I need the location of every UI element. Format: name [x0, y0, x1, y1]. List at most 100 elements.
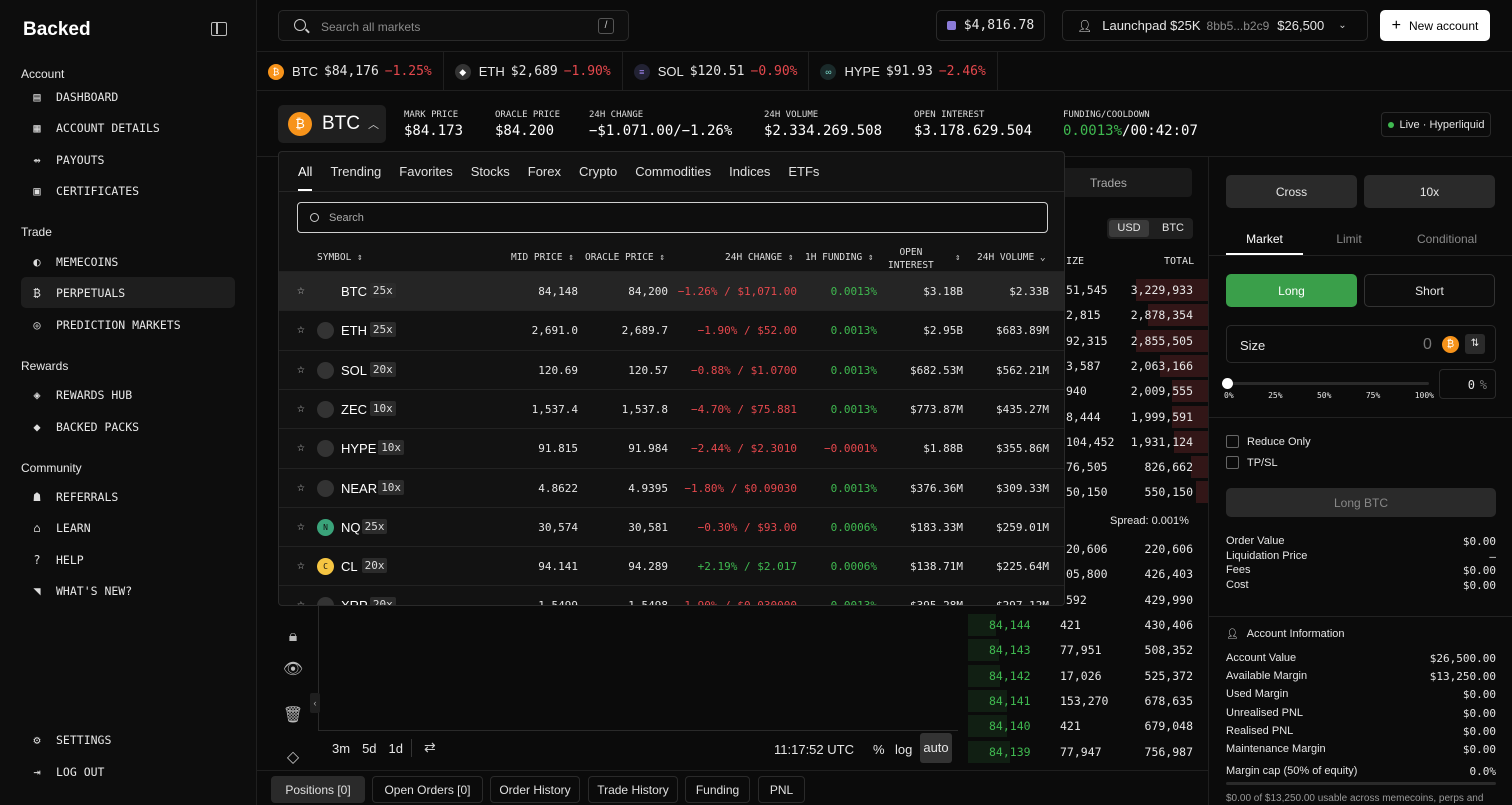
- tab-funding[interactable]: Funding: [685, 776, 750, 803]
- short-button[interactable]: Short: [1364, 274, 1495, 307]
- bid-row[interactable]: 84,144 421 430,406: [968, 614, 1208, 636]
- lock-icon[interactable]: 🔒︎: [278, 628, 308, 646]
- category-tab-all[interactable]: All: [298, 164, 313, 191]
- nav-whats-new[interactable]: ◥ WHAT'S NEW?: [21, 575, 235, 606]
- header-1h-funding[interactable]: 1H FUNDING ⇕: [805, 252, 874, 263]
- size-slider[interactable]: [1222, 378, 1429, 389]
- range-1d[interactable]: 1d: [389, 741, 403, 756]
- sidebar-collapse-icon[interactable]: [211, 22, 227, 36]
- nav-payouts[interactable]: ⇴ PAYOUTS: [21, 144, 235, 175]
- slider-knob[interactable]: [1222, 378, 1233, 389]
- star-icon[interactable]: ☆: [297, 401, 305, 416]
- category-tab-etfs[interactable]: ETFs: [788, 164, 819, 191]
- nav-certificates[interactable]: ▣ CERTIFICATES: [21, 175, 235, 206]
- category-tab-favorites[interactable]: Favorites: [399, 164, 452, 191]
- tpsl-checkbox[interactable]: TP/SL: [1226, 456, 1278, 469]
- submit-order-button[interactable]: Long BTC: [1226, 488, 1496, 517]
- long-button[interactable]: Long: [1226, 274, 1357, 307]
- tab-conditional[interactable]: Conditional: [1409, 232, 1485, 246]
- ticker-sol[interactable]: ≡ SOL $120.51 −0.90%: [623, 52, 810, 91]
- nav-account-details[interactable]: ▦ ACCOUNT DETAILS: [21, 112, 235, 143]
- nav-referrals[interactable]: ☗ REFERRALS: [21, 481, 235, 512]
- dropdown-search-input[interactable]: Search: [297, 202, 1048, 233]
- header-symbol[interactable]: SYMBOL ⇕: [317, 252, 363, 263]
- market-row[interactable]: ☆ SOL 20x 120.69 120.57 −0.88% / $1.0700 0.001…: [279, 349, 1064, 389]
- ticker-eth[interactable]: ◆ ETH $2,689 −1.90%: [444, 52, 623, 91]
- range-5d[interactable]: 5d: [362, 741, 376, 756]
- nav-perpetuals[interactable]: ₿ PERPETUALS: [21, 277, 235, 308]
- bid-row[interactable]: 84,142 17,026 525,372: [968, 664, 1208, 687]
- market-row[interactable]: ☆ ZEC 10x 1,537.4 1,537.8 −4.70% / $75.881 0.0…: [279, 388, 1064, 428]
- tab-positions[interactable]: Positions [0]: [271, 776, 365, 803]
- new-account-button[interactable]: + New account: [1380, 10, 1490, 41]
- btc-option[interactable]: BTC: [1155, 220, 1191, 237]
- percent-input[interactable]: 0 %: [1439, 369, 1496, 399]
- header-mid-price[interactable]: MID PRICE ⇕: [511, 252, 574, 263]
- eye-icon[interactable]: 👁︎: [278, 659, 308, 679]
- range-3m[interactable]: 3m: [332, 741, 350, 756]
- tab-open-orders[interactable]: Open Orders [0]: [372, 776, 483, 803]
- layers-icon[interactable]: ◇: [278, 747, 308, 767]
- chart-canvas[interactable]: [318, 593, 958, 730]
- nav-memecoins[interactable]: ◐ MEMECOINS: [21, 246, 235, 277]
- category-tab-forex[interactable]: Forex: [528, 164, 561, 191]
- category-tab-trending[interactable]: Trending: [330, 164, 381, 191]
- header-oracle-price[interactable]: ORACLE PRICE ⇕: [585, 252, 665, 263]
- category-tab-stocks[interactable]: Stocks: [471, 164, 510, 191]
- star-icon[interactable]: ☆: [297, 322, 305, 337]
- star-icon[interactable]: ☆: [297, 558, 305, 573]
- ticker-hype[interactable]: ∞ HYPE $91.93 −2.46%: [809, 52, 998, 91]
- tab-pnl[interactable]: PNL: [758, 776, 805, 803]
- category-tab-indices[interactable]: Indices: [729, 164, 770, 191]
- nav-logout[interactable]: ⇥ LOG OUT: [21, 756, 235, 787]
- tab-market[interactable]: Market: [1226, 232, 1303, 246]
- usd-option[interactable]: USD: [1109, 220, 1149, 237]
- market-row[interactable]: ☆ C CL 20x 94.141 94.289 +2.19% / $2.017 0.0006…: [279, 546, 1064, 585]
- account-selector[interactable]: 👤︎ Launchpad $25K 8bb5...b2c9 $26,500 ⌄: [1062, 10, 1368, 41]
- swap-icon[interactable]: ⇅: [1465, 334, 1485, 354]
- bid-row[interactable]: 84,139 77,947 756,987: [968, 740, 1208, 763]
- bid-row[interactable]: 84,143 77,951 508,352: [968, 639, 1208, 662]
- market-row[interactable]: ☆ BTC 25x 84,148 84,200 −1.26% / $1,071.00 0.0…: [279, 271, 1064, 310]
- tab-trade-history[interactable]: Trade History: [588, 776, 678, 803]
- trades-tab[interactable]: Trades: [1090, 176, 1127, 190]
- auto-toggle[interactable]: auto: [920, 733, 952, 763]
- market-row[interactable]: ☆ XRP 20x 1.5499 1.5498 −1.90% / $0.030000 0.0…: [279, 585, 1064, 605]
- tab-order-history[interactable]: Order History: [490, 776, 580, 803]
- tab-limit[interactable]: Limit: [1319, 232, 1379, 246]
- bid-row[interactable]: 84,141 153,270 678,635: [968, 689, 1208, 712]
- star-icon[interactable]: ☆: [297, 283, 305, 298]
- category-tab-commodities[interactable]: Commodities: [635, 164, 711, 191]
- nav-backed-packs[interactable]: ◆ BACKED PACKS: [21, 411, 235, 442]
- nav-learn[interactable]: ⌂ LEARN: [21, 512, 235, 543]
- search-markets-input[interactable]: Search all markets /: [278, 10, 629, 41]
- percent-toggle[interactable]: %: [873, 742, 885, 757]
- header-24h-volume[interactable]: 24H VOLUME ⌄: [977, 252, 1046, 263]
- star-icon[interactable]: ☆: [297, 362, 305, 377]
- star-icon[interactable]: ☆: [297, 440, 305, 455]
- market-row[interactable]: ☆ HYPE 10x 91.815 91.984 −2.44% / $2.3010 −0.0…: [279, 428, 1064, 467]
- trash-icon[interactable]: 🗑︎: [278, 705, 308, 725]
- margin-mode-button[interactable]: Cross: [1226, 175, 1357, 208]
- bid-row[interactable]: 84,140 421 679,048: [968, 715, 1208, 738]
- nav-rewards-hub[interactable]: ◈ REWARDS HUB: [21, 379, 235, 410]
- header-24h-change[interactable]: 24H CHANGE ⇕: [725, 252, 794, 263]
- ticker-btc[interactable]: ₿ BTC $84,176 −1.25%: [257, 52, 444, 91]
- nav-dashboard[interactable]: ▤ DASHBOARD: [21, 81, 235, 112]
- market-row[interactable]: ☆ NEAR 10x 4.8622 4.9395 −1.80% / $0.09030 0.0…: [279, 467, 1064, 507]
- market-row[interactable]: ☆ N NQ 25x 30,574 30,581 −0.30% / $93.00 0.0006…: [279, 506, 1064, 546]
- reduce-only-checkbox[interactable]: Reduce Only: [1226, 435, 1311, 448]
- star-icon[interactable]: ☆: [297, 480, 305, 495]
- header-oi-sort-icon[interactable]: ⇕: [955, 253, 960, 263]
- star-icon[interactable]: ☆: [297, 597, 305, 605]
- category-tab-crypto[interactable]: Crypto: [579, 164, 617, 191]
- market-selector[interactable]: ₿ BTC ︿: [278, 105, 386, 143]
- nav-settings[interactable]: ⚙ SETTINGS: [21, 724, 235, 755]
- date-range-icon[interactable]: ⇄: [424, 739, 436, 756]
- wallet-balance[interactable]: $4,816.78: [936, 10, 1045, 41]
- nav-prediction-markets[interactable]: ◎ PREDICTION MARKETS: [21, 309, 235, 340]
- chart-collapse-handle[interactable]: ‹: [310, 693, 320, 713]
- leverage-button[interactable]: 10x: [1364, 175, 1495, 208]
- nav-help[interactable]: ? HELP: [21, 544, 235, 575]
- header-open-interest[interactable]: OPEN INTEREST: [888, 246, 934, 272]
